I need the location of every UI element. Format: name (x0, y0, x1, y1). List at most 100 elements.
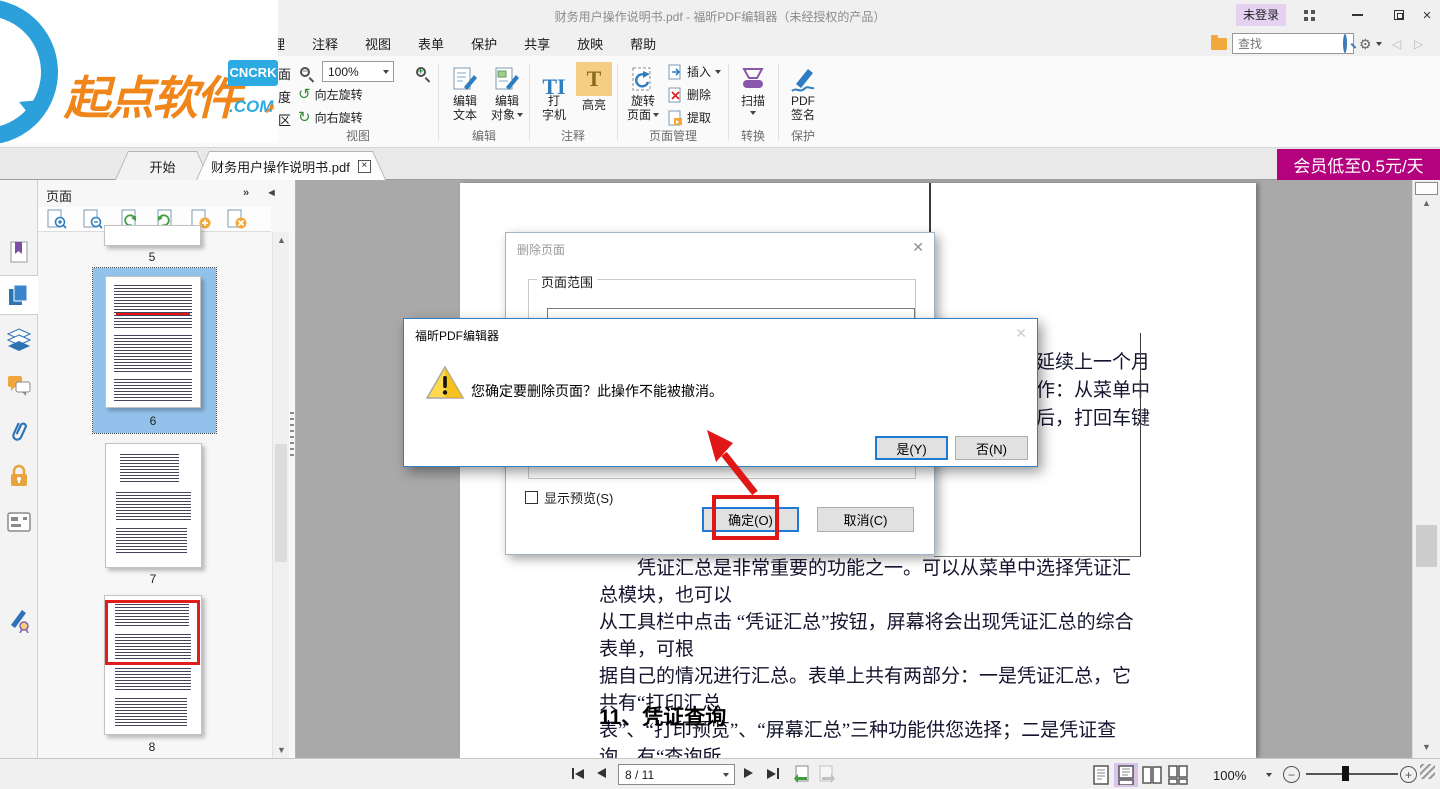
close-button[interactable]: × (1416, 5, 1438, 25)
search-icon[interactable] (1343, 36, 1347, 51)
show-preview-checkbox[interactable] (525, 491, 538, 504)
thumb-scrollbar-thumb[interactable] (275, 444, 287, 562)
warning-icon (425, 365, 465, 404)
single-page-view-button[interactable] (1089, 763, 1113, 787)
zoom-in-icon[interactable]: + (416, 67, 426, 77)
thumb-zoom-in-icon[interactable] (46, 208, 68, 230)
continuous-view-button[interactable] (1114, 763, 1138, 787)
zoom-out-icon[interactable]: − (300, 67, 310, 77)
menu-item-present[interactable]: 放映 (577, 34, 603, 53)
thumb-zoom-out-icon[interactable] (82, 208, 104, 230)
page-thumbnail-7[interactable] (105, 443, 202, 568)
layers-panel-button[interactable] (0, 320, 38, 360)
show-preview-checkbox-row[interactable]: 显示预览(S) (525, 488, 613, 507)
ribbon-group-protect: PDF 签名 保护 (780, 56, 826, 147)
confirm-no-button[interactable]: 否(N) (955, 436, 1028, 460)
edit-group-label: 编辑 (440, 127, 528, 144)
tab-document[interactable]: 财务用户操作说明书.pdf × (196, 151, 386, 180)
tab-close-icon[interactable]: × (358, 160, 371, 173)
search-options-caret-icon[interactable] (1376, 42, 1382, 46)
panel-collapse-icon[interactable]: ◄ (266, 187, 277, 199)
menu-item-comment[interactable]: 注释 (312, 34, 338, 53)
extract-pages-button[interactable]: 提取 (668, 109, 711, 126)
edit-text-label-2: 文本 (453, 108, 477, 122)
member-promo-button[interactable]: 会员低至0.5元/天 (1277, 149, 1440, 180)
signatures-panel-button[interactable] (0, 600, 38, 640)
status-zoom-caret-icon[interactable] (1266, 773, 1272, 777)
delete-pages-button[interactable]: 删除 (668, 86, 711, 103)
rotate-pages-button[interactable]: 旋转 页面 (620, 62, 666, 130)
zoom-in-plus-icon[interactable]: + (1400, 766, 1417, 783)
ribbon-zoom-combo[interactable]: 100% (322, 61, 394, 82)
panel-splitter-handle[interactable] (290, 412, 294, 458)
previous-view-button[interactable] (792, 765, 811, 787)
zoom-slider-track[interactable] (1306, 773, 1398, 775)
thumb-scroll-down-icon[interactable]: ▼ (273, 745, 290, 755)
float-toolbar-button[interactable] (1298, 5, 1320, 25)
next-page-button[interactable] (744, 768, 753, 778)
menu-item-protect[interactable]: 保护 (471, 34, 497, 53)
rotate-left-button[interactable]: ↺ 向左旋转 (298, 85, 363, 103)
scan-button[interactable]: 扫描 (730, 62, 776, 130)
edit-object-button[interactable]: 编辑 对象 (484, 62, 530, 130)
doc-scroll-up-icon[interactable]: ▲ (1413, 198, 1440, 208)
menu-item-form[interactable]: 表单 (418, 34, 444, 53)
thumb-delete-page-icon[interactable] (226, 208, 248, 230)
insert-pages-button[interactable]: 插入 (668, 63, 721, 80)
pages-panel-title: 页面 (46, 186, 72, 205)
attachments-panel-button[interactable] (0, 412, 38, 452)
maximize-button[interactable] (1388, 5, 1410, 25)
fit-width-partial-label[interactable]: 度 (278, 87, 291, 106)
pages-icon (7, 283, 31, 307)
confirm-dialog-close-icon[interactable]: ✕ (1015, 325, 1027, 342)
last-page-button[interactable] (767, 768, 779, 779)
confirm-yes-button[interactable]: 是(Y) (875, 436, 948, 460)
delete-cancel-button[interactable]: 取消(C) (817, 507, 914, 532)
thumb-scroll-up-icon[interactable]: ▲ (273, 235, 290, 245)
panel-expand-icon[interactable]: » (243, 187, 249, 199)
fields-panel-button[interactable] (0, 502, 38, 542)
pages-panel-button[interactable] (0, 275, 38, 315)
first-page-button[interactable] (572, 768, 584, 779)
ribbon-group-view: 面 − 100% + 度 ↺ 向左旋转 区 ↻ 向右旋转 视图 (278, 56, 438, 147)
minimize-button[interactable] (1346, 5, 1368, 25)
next-view-button[interactable] (818, 765, 837, 787)
find-previous-icon[interactable]: ◁ (1392, 37, 1401, 51)
doc-scroll-down-icon[interactable]: ▼ (1413, 742, 1440, 752)
rotate-right-button[interactable]: ↻ 向右旋转 (298, 108, 363, 126)
pdf-sign-button[interactable]: PDF 签名 (780, 62, 826, 130)
delete-dialog-close-icon[interactable]: ✕ (912, 239, 924, 256)
login-button[interactable]: 未登录 (1236, 4, 1286, 26)
page-number-combo[interactable]: 8 / 11 (618, 764, 735, 785)
zoom-out-minus-icon[interactable]: − (1283, 766, 1300, 783)
zoom-slider-handle[interactable] (1342, 766, 1349, 781)
highlight-icon: T (576, 62, 612, 96)
page-number-8: 8 (104, 740, 200, 754)
page-thumbnail-5[interactable] (104, 225, 201, 246)
find-next-icon[interactable]: ▷ (1414, 37, 1423, 51)
facing-view-button[interactable] (1140, 763, 1164, 787)
security-panel-button[interactable] (0, 456, 38, 496)
doc-scrollbar-thumb[interactable] (1416, 525, 1437, 567)
delete-ok-button[interactable]: 确定(O) (702, 507, 799, 532)
document-text-fragment: 延续上一个月 作：从菜单中 后，打回车键 (1036, 349, 1150, 433)
page-thumbnail-6-selection[interactable]: 6 (93, 268, 216, 433)
thumbnails-scrollbar[interactable]: ▲ ▼ (272, 232, 289, 758)
search-input[interactable] (1233, 37, 1343, 51)
document-scrollbar[interactable]: ▲ ▼ (1412, 180, 1440, 758)
highlight-button[interactable]: T 高亮 (571, 62, 617, 130)
comments-panel-button[interactable] (0, 366, 38, 406)
search-folder-icon[interactable] (1211, 38, 1227, 50)
page-thumbnail-8[interactable] (104, 595, 202, 735)
gear-icon[interactable]: ⚙ (1359, 36, 1372, 53)
page-thumbnail-6[interactable] (105, 276, 201, 408)
edit-text-button[interactable]: 编辑 文本 (442, 62, 488, 130)
continuous-facing-view-button[interactable] (1166, 763, 1190, 787)
menu-item-share[interactable]: 共享 (524, 34, 550, 53)
menu-item-help[interactable]: 帮助 (630, 34, 656, 53)
previous-page-button[interactable] (597, 768, 606, 778)
zoom-combo-caret-icon (383, 70, 389, 74)
menu-item-view[interactable]: 视图 (365, 34, 391, 53)
fit-page-partial-label[interactable]: 面 (278, 64, 291, 83)
bookmarks-panel-button[interactable] (0, 232, 38, 272)
